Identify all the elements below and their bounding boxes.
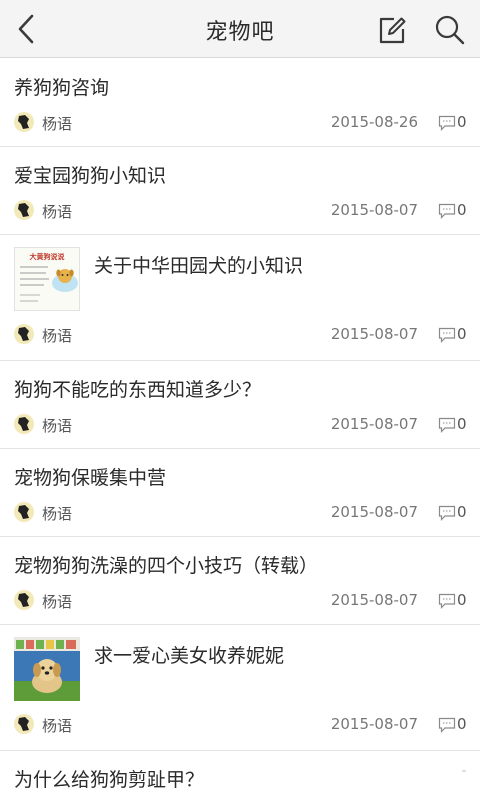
comment-count: 0 [457, 325, 467, 343]
chevron-left-icon [18, 14, 34, 44]
top-bar: 宠物吧 [0, 0, 480, 58]
post-meta: 杨语 2015-08-07 0 [0, 323, 480, 347]
post-title: 狗狗不能吃的东西知道多少？ [14, 379, 262, 401]
scroll-indicator [462, 770, 466, 772]
post-author: 杨语 [42, 417, 73, 435]
comment-icon [438, 593, 456, 609]
post-title: 关于中华田园犬的小知识 [94, 255, 304, 277]
comment-icon [438, 203, 456, 219]
search-icon [435, 15, 465, 45]
comment-count: 0 [457, 113, 467, 131]
comment-count: 0 [457, 591, 467, 609]
post-item[interactable]: 大黄狗说说 关于中华田园犬的小知识 杨语 2015-08-07 0 [0, 235, 480, 361]
post-item[interactable]: 宠物狗狗洗澡的四个小技巧（转载） 杨语 2015-08-07 0 [0, 537, 480, 625]
post-meta: 杨语 2015-08-07 0 [0, 589, 480, 613]
post-author: 杨语 [42, 717, 73, 735]
post-title: 宠物狗保暖集中营 [14, 467, 167, 489]
post-thumbnail [14, 637, 80, 701]
post-author: 杨语 [42, 327, 73, 345]
avatar [14, 502, 34, 522]
comment-icon [438, 505, 456, 521]
post-item[interactable]: 爱宝园狗狗小知识 杨语 2015-08-07 0 [0, 147, 480, 235]
compose-button[interactable] [374, 12, 410, 48]
post-title: 为什么给狗狗剪趾甲？ [14, 769, 205, 791]
post-author: 杨语 [42, 115, 73, 133]
comment-icon [438, 717, 456, 733]
page-title: 宠物吧 [205, 20, 275, 45]
back-button[interactable] [6, 9, 46, 49]
post-meta: 杨语 2015-08-07 0 [0, 713, 480, 737]
post-title: 养狗狗咨询 [14, 77, 110, 99]
comment-icon [438, 417, 456, 433]
post-date: 2015-08-07 [330, 415, 418, 433]
avatar [14, 324, 34, 344]
post-date: 2015-08-07 [330, 715, 418, 733]
post-author: 杨语 [42, 505, 73, 523]
post-item[interactable]: 为什么给狗狗剪趾甲？ [0, 751, 480, 800]
post-date: 2015-08-26 [330, 113, 418, 131]
comment-count: 0 [457, 503, 467, 521]
post-item[interactable]: 狗狗不能吃的东西知道多少？ 杨语 2015-08-07 0 [0, 361, 480, 449]
comment-count: 0 [457, 201, 467, 219]
post-date: 2015-08-07 [330, 591, 418, 609]
avatar [14, 112, 34, 132]
post-thumbnail: 大黄狗说说 [14, 247, 80, 311]
post-meta: 杨语 2015-08-26 0 [0, 111, 480, 135]
post-meta: 杨语 2015-08-07 0 [0, 199, 480, 223]
post-date: 2015-08-07 [330, 503, 418, 521]
comment-count: 0 [457, 715, 467, 733]
comment-count: 0 [457, 415, 467, 433]
comment-icon [438, 327, 456, 343]
post-date: 2015-08-07 [330, 201, 418, 219]
post-item[interactable]: 养狗狗咨询 杨语 2015-08-26 0 [0, 59, 480, 147]
avatar [14, 714, 34, 734]
avatar [14, 590, 34, 610]
post-list: 养狗狗咨询 杨语 2015-08-26 0 爱宝园狗狗小知识 杨语 2015-0… [0, 59, 480, 800]
avatar [14, 414, 34, 434]
post-item[interactable]: 求一爱心美女收养妮妮 杨语 2015-08-07 0 [0, 625, 480, 751]
thumbnail-heading: 大黄狗说说 [30, 252, 65, 261]
post-date: 2015-08-07 [330, 325, 418, 343]
post-meta: 杨语 2015-08-07 0 [0, 413, 480, 437]
post-title: 宠物狗狗洗澡的四个小技巧（转载） [14, 555, 319, 577]
post-title: 爱宝园狗狗小知识 [14, 165, 167, 187]
compose-icon [379, 17, 406, 44]
search-button[interactable] [430, 12, 470, 48]
post-meta: 杨语 2015-08-07 0 [0, 501, 480, 525]
post-author: 杨语 [42, 203, 73, 221]
post-item[interactable]: 宠物狗保暖集中营 杨语 2015-08-07 0 [0, 449, 480, 537]
comment-icon [438, 115, 456, 131]
post-author: 杨语 [42, 593, 73, 611]
post-title: 求一爱心美女收养妮妮 [94, 645, 285, 667]
avatar [14, 200, 34, 220]
